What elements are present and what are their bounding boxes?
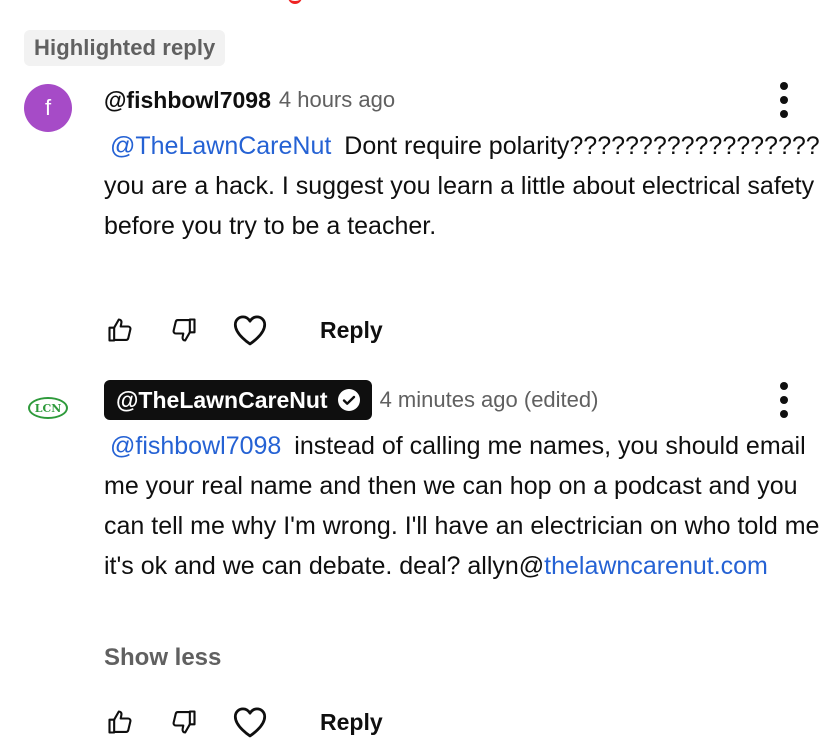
dislike-icon[interactable] [168,314,200,346]
like-icon[interactable] [104,314,136,346]
mention-link[interactable]: @TheLawnCareNut [110,132,331,160]
reply-button[interactable]: Reply [320,310,383,350]
dislike-icon[interactable] [168,706,200,738]
reply-button[interactable]: Reply [320,702,383,742]
mention-link[interactable]: @fishbowl7098 [110,432,281,460]
heart-icon[interactable] [230,314,270,346]
more-vert-icon[interactable] [774,382,794,418]
comment-header: @TheLawnCareNut 4 minutes ago (edited) [104,380,599,420]
comment-actions: Reply [104,702,383,742]
email-link[interactable]: thelawncarenut.com [544,552,768,580]
avatar-letter: f [44,95,52,120]
channel-logo: LCN [28,397,68,419]
verified-check-icon [337,389,360,411]
timestamp[interactable]: 4 minutes ago (edited) [380,387,599,413]
timestamp[interactable]: 4 hours ago [279,87,395,113]
avatar[interactable]: f [24,84,72,132]
more-vert-icon[interactable] [774,82,794,118]
comment-header: @fishbowl7098 4 hours ago [104,82,395,118]
creator-author-chip[interactable]: @TheLawnCareNut [104,380,372,420]
cut-off-decoration [288,0,302,4]
like-icon[interactable] [104,706,136,738]
comment-body: @TheLawnCareNut Dont require polarity???… [104,126,820,246]
comment-body: @fishbowl7098 instead of calling me name… [104,426,820,586]
show-less-button[interactable]: Show less [104,638,221,678]
comment-thread: Highlighted reply f @fishbowl7098 4 hour… [0,0,836,756]
highlighted-reply-badge: Highlighted reply [24,30,226,66]
author-name[interactable]: @fishbowl7098 [104,87,271,114]
author-name: @TheLawnCareNut [116,386,328,413]
comment-actions: Reply [104,310,383,350]
heart-icon[interactable] [230,706,270,738]
avatar[interactable]: LCN [24,384,72,432]
